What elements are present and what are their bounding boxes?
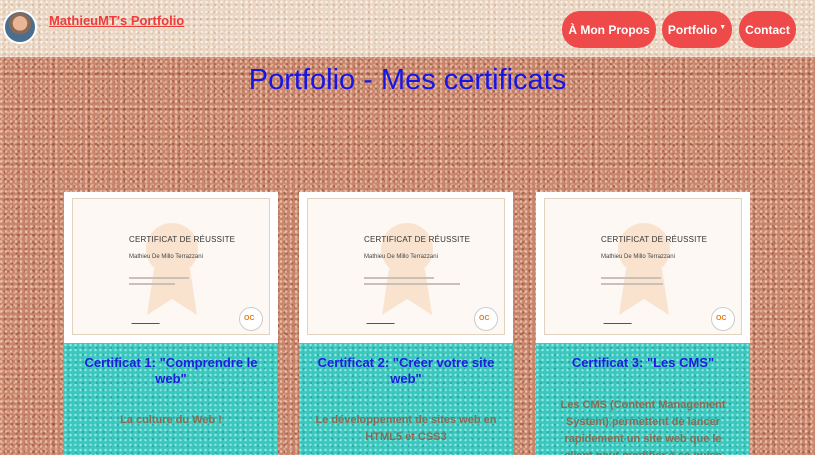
signature — [131, 315, 163, 324]
page-title: Portfolio - Mes certificats — [248, 64, 567, 96]
oc-seal: OC — [239, 307, 263, 331]
certificate-card-1[interactable]: CERTIFICAT DE RÉUSSITE Mathieu De Millo … — [64, 192, 278, 455]
certificate-image[interactable]: CERTIFICAT DE RÉUSSITE Mathieu De Millo … — [536, 192, 750, 342]
oc-seal: OC — [711, 307, 735, 331]
certificate-card-body: Certificat 3: "Les CMS" Les CMS (Content… — [536, 343, 750, 455]
certificate-heading: CERTIFICAT DE RÉUSSITE — [364, 235, 471, 244]
certificate-title: Certificat 2: "Créer votre site web" — [317, 355, 495, 386]
oc-logo: OC — [716, 315, 727, 322]
ribbon-watermark-icon — [146, 223, 198, 315]
certificate-title: Certificat 3: "Les CMS" — [571, 355, 715, 370]
nav-portfolio-label: Portfolio — [667, 22, 718, 37]
nav-contact-label: Contact — [745, 22, 790, 37]
certificate-recipient: Mathieu De Millo Terrazzani — [129, 254, 203, 260]
certificate-text-line — [601, 277, 661, 279]
certificate-title: Certificat 1: "Comprendre le web" — [84, 355, 258, 386]
certificate-recipient: Mathieu De Millo Terrazzani — [364, 254, 438, 260]
nav-about-label: À Mon Propos — [568, 22, 650, 37]
certificate-frame: CERTIFICAT DE RÉUSSITE Mathieu De Millo … — [544, 198, 742, 335]
certificate-heading: CERTIFICAT DE RÉUSSITE — [601, 235, 708, 244]
certificate-heading: CERTIFICAT DE RÉUSSITE — [129, 235, 236, 244]
certificate-text-line — [364, 283, 460, 285]
nav-contact-button[interactable]: Contact — [739, 11, 796, 48]
certificate-card-body: Certificat 1: "Comprendre le web" La cul… — [64, 343, 278, 455]
certificate-card-3[interactable]: CERTIFICAT DE RÉUSSITE Mathieu De Millo … — [536, 192, 750, 455]
certificate-recipient: Mathieu De Millo Terrazzani — [601, 254, 675, 260]
certificate-frame: CERTIFICAT DE RÉUSSITE Mathieu De Millo … — [307, 198, 505, 335]
avatar[interactable] — [3, 10, 37, 44]
ribbon-watermark-icon — [381, 223, 433, 315]
certificate-text-line — [129, 277, 189, 279]
certificate-card-2[interactable]: CERTIFICAT DE RÉUSSITE Mathieu De Millo … — [299, 192, 513, 455]
certificate-card-body: Certificat 2: "Créer votre site web" Le … — [299, 343, 513, 455]
certificate-frame: CERTIFICAT DE RÉUSSITE Mathieu De Millo … — [72, 198, 270, 335]
certificate-description: Le développement de sites web en HTML5 e… — [315, 414, 497, 443]
nav-portfolio-button[interactable]: Portfolio ▼ — [662, 11, 732, 48]
certificate-text-line — [364, 277, 434, 279]
certificate-text-line — [129, 283, 175, 285]
nav-about-button[interactable]: À Mon Propos — [562, 11, 656, 48]
signature — [603, 315, 635, 324]
ribbon-watermark-icon — [618, 223, 670, 315]
site-header: MathieuMT's Portfolio À Mon Propos Portf… — [0, 0, 815, 57]
certificate-image[interactable]: CERTIFICAT DE RÉUSSITE Mathieu De Millo … — [64, 192, 278, 342]
certificate-text-line — [601, 283, 663, 285]
signature — [366, 315, 398, 324]
oc-seal: OC — [474, 307, 498, 331]
oc-logo: OC — [479, 315, 490, 322]
brand-link[interactable]: MathieuMT's Portfolio — [49, 13, 184, 28]
certificate-description: La culture du Web ! — [120, 414, 222, 426]
oc-logo: OC — [244, 315, 255, 322]
chevron-down-icon: ▼ — [719, 24, 727, 31]
certificate-image[interactable]: CERTIFICAT DE RÉUSSITE Mathieu De Millo … — [299, 192, 513, 342]
certificate-description: Les CMS (Content Management System) perm… — [560, 399, 726, 455]
